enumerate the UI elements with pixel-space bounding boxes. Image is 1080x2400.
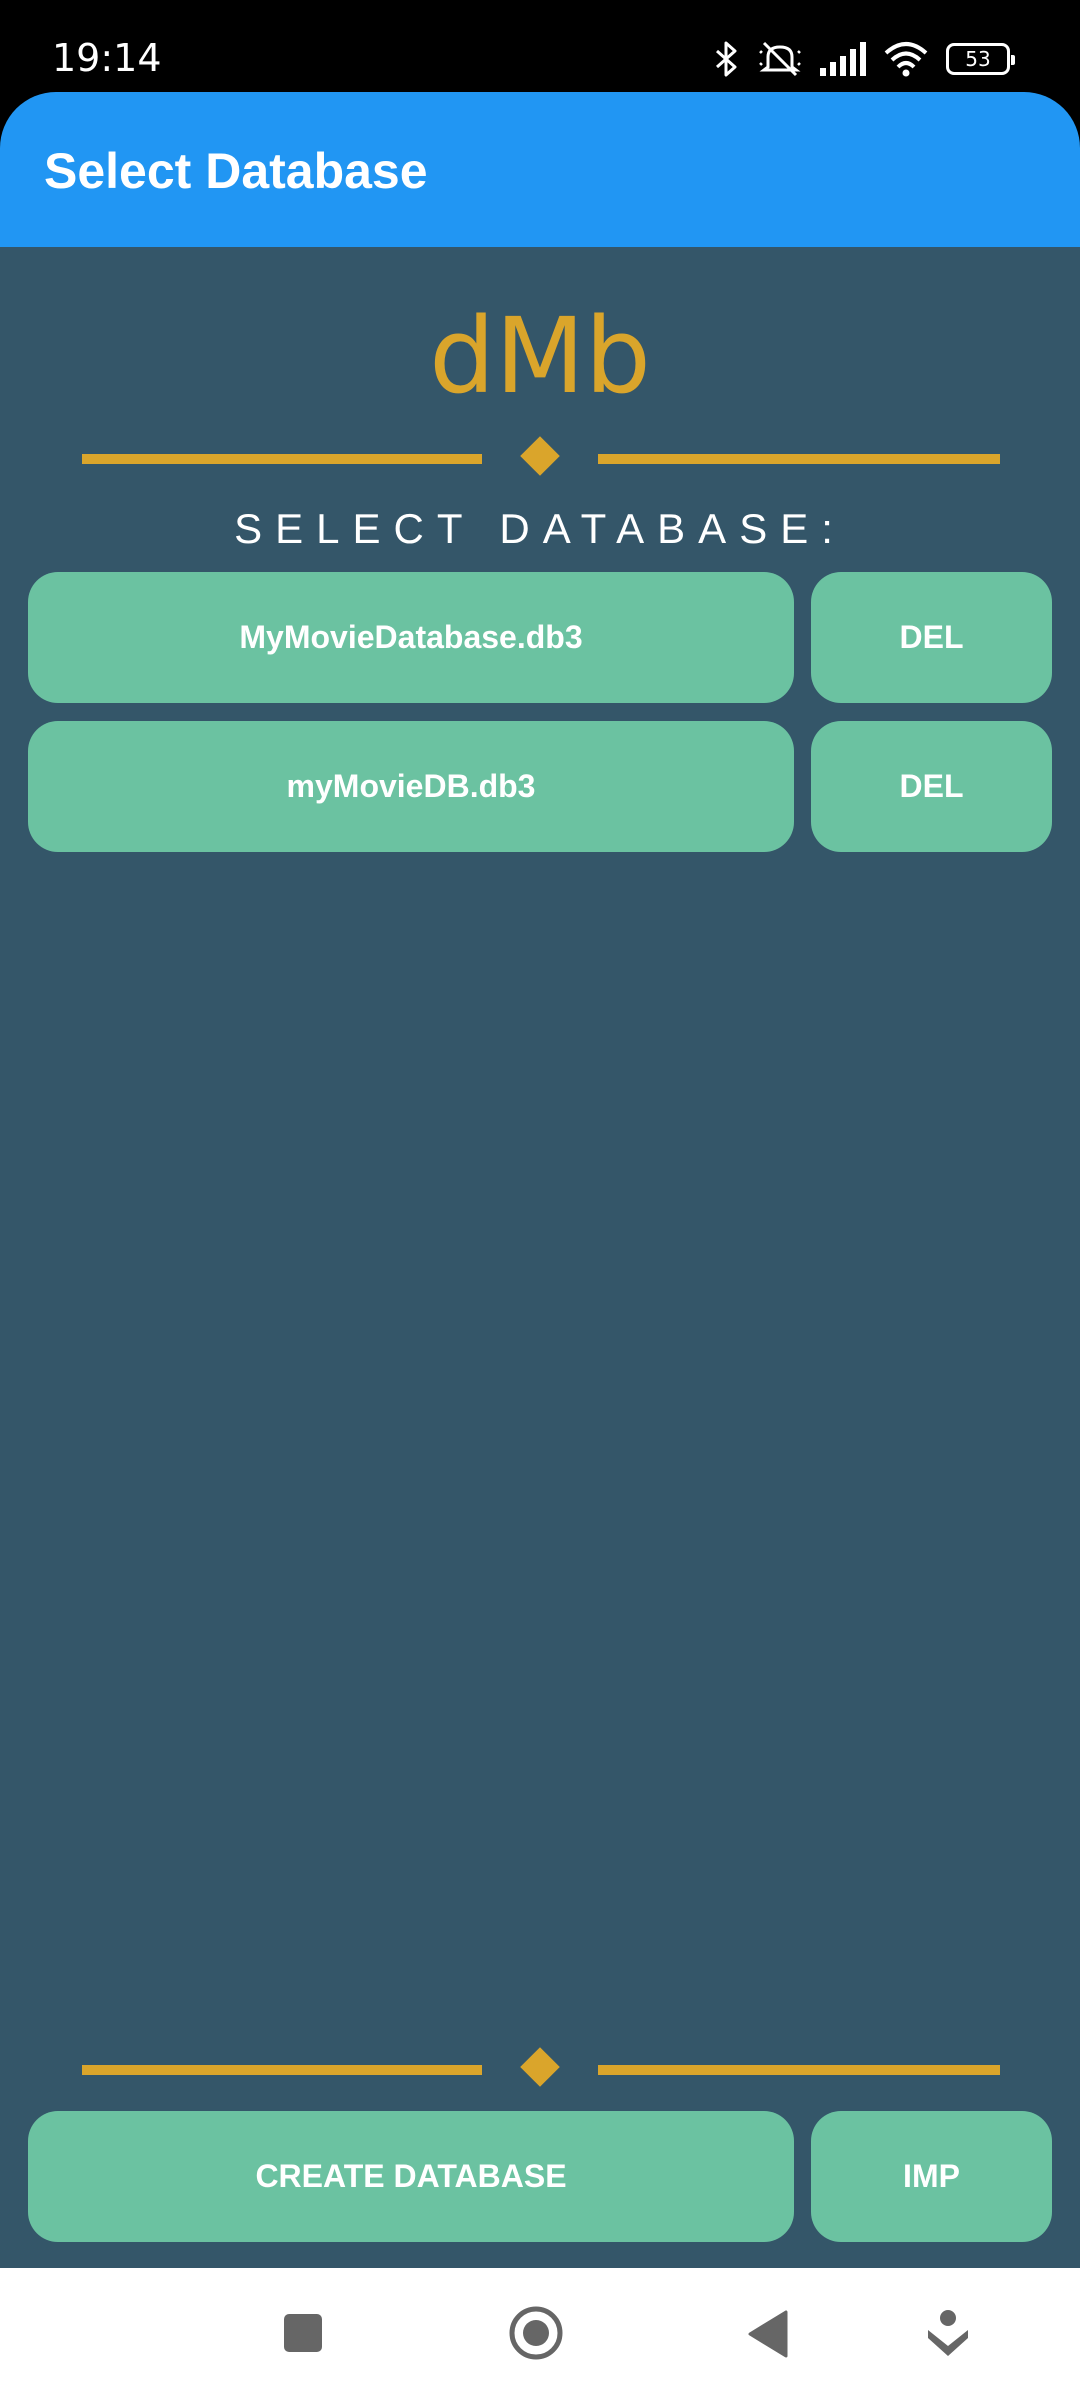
status-bar: 19:14 53 [0,0,1080,95]
app-bar: Select Database [0,92,1080,247]
divider-line-right [598,454,1000,464]
page-title: Select Database [44,143,428,199]
create-database-button[interactable]: CREATE DATABASE [28,2111,794,2242]
battery-level: 53 [965,47,991,71]
navigation-bar [0,2268,1080,2400]
home-circle-icon[interactable] [508,2305,564,2361]
diamond-icon [520,2047,560,2087]
status-time: 19:14 [52,36,162,80]
bottom-divider [82,2047,1000,2087]
database-item-button[interactable]: MyMovieDatabase.db3 [28,572,794,703]
import-button[interactable]: IMP [811,2111,1052,2242]
delete-database-button[interactable]: DEL [811,721,1052,852]
section-label: SELECT DATABASE: [234,505,846,552]
wifi-icon [884,42,928,77]
status-icons: 53 [714,34,1015,84]
mute-icon [759,41,801,77]
signal-icon [820,42,866,76]
bluetooth-icon [716,41,737,77]
database-item-button[interactable]: myMovieDB.db3 [28,721,794,852]
top-divider [82,436,1000,476]
diamond-icon [520,436,560,476]
app-logo: dMb [429,295,651,417]
delete-database-button[interactable]: DEL [811,572,1052,703]
menu-down-icon[interactable] [924,2308,972,2360]
main-content: dMb SELECT DATABASE: MyMovieDatabase.db3… [0,247,1080,2268]
square-icon[interactable] [282,2312,324,2354]
back-triangle-icon[interactable] [748,2310,788,2358]
divider-line-right [598,2065,1000,2075]
divider-line-left [82,454,482,464]
divider-line-left [82,2065,482,2075]
battery-icon: 53 [946,43,1015,75]
